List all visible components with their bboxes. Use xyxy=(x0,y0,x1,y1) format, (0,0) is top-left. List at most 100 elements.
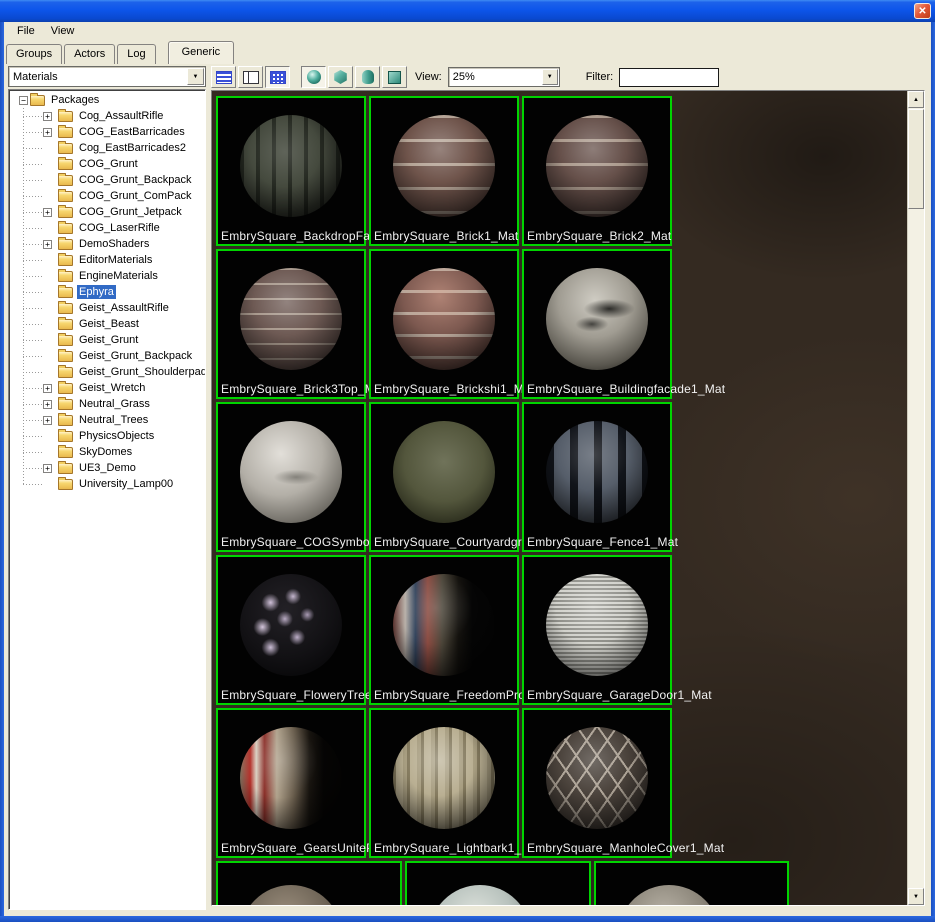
vertical-scrollbar[interactable]: ▲ ▼ xyxy=(907,91,924,905)
thumbnail-viewport[interactable]: EmbrySquare_BackdropFacade1_Mat EmbrySqua… xyxy=(212,91,907,905)
tree-item-Geist_Wretch[interactable]: + Geist_Wretch xyxy=(9,380,205,396)
tree-item-COG_EastBarricades[interactable]: + COG_EastBarricades xyxy=(9,124,205,140)
tree-item-Packages[interactable]: − Packages xyxy=(9,92,205,108)
tree-item-Geist_Grunt_Backpack[interactable]: Geist_Grunt_Backpack xyxy=(9,348,205,364)
folder-icon xyxy=(58,268,73,282)
tree-item-label: Cog_EastBarricades2 xyxy=(79,142,187,154)
grid-view-button[interactable] xyxy=(265,66,290,88)
tree-item-PhysicsObjects[interactable]: PhysicsObjects xyxy=(9,428,205,444)
tree-item-Geist_Beast[interactable]: Geist_Beast xyxy=(9,316,205,332)
thumbnail-row xyxy=(216,861,907,905)
tree-item-EngineMaterials[interactable]: EngineMaterials xyxy=(9,268,205,284)
expand-toggle[interactable]: − xyxy=(19,95,28,105)
scroll-down-arrow-icon[interactable]: ▼ xyxy=(908,888,924,905)
split-view-button[interactable] xyxy=(238,66,263,88)
material-sphere-thumbnail xyxy=(240,268,342,370)
material-tile-EmbrySquare_Brick3Top_Mat[interactable]: EmbrySquare_Brick3Top_Mat xyxy=(216,249,385,399)
cylinder-primitive-button[interactable] xyxy=(355,66,380,88)
material-tile-EmbrySquare_FloweryTree1_Mat[interactable]: EmbrySquare_FloweryTree1_Mat xyxy=(216,555,406,705)
tree-item-DemoShaders[interactable]: + DemoShaders xyxy=(9,236,205,252)
expand-toggle[interactable]: + xyxy=(43,207,52,217)
close-button[interactable]: ✕ xyxy=(914,3,931,19)
tree-item-COG_LaserRifle[interactable]: COG_LaserRifle xyxy=(9,220,205,236)
tree-item-Geist_Grunt_Shoulderpad[interactable]: Geist_Grunt_Shoulderpad xyxy=(9,364,205,380)
window-border-left xyxy=(0,22,4,922)
tree-item-label: Neutral_Trees xyxy=(79,414,149,426)
thumbnail-row: EmbrySquare_GearsUniteProp_Mat EmbrySquar… xyxy=(216,708,907,858)
tree-item-COG_Grunt_Backpack[interactable]: COG_Grunt_Backpack xyxy=(9,172,205,188)
tab-actors[interactable]: Actors xyxy=(64,44,116,64)
resource-type-combobox[interactable]: Materials ▼ xyxy=(8,66,206,87)
menu-item-view[interactable]: View xyxy=(44,23,82,39)
material-tile-EmbrySquare_COGSymbolStatue_Mat[interactable]: EmbrySquare_COGSymbolStatue_Mat xyxy=(216,402,436,552)
list-view-button[interactable] xyxy=(211,66,236,88)
expand-toggle[interactable]: + xyxy=(43,415,52,425)
title-bar[interactable]: ✕ xyxy=(0,0,935,22)
menu-item-file[interactable]: File xyxy=(10,23,42,39)
scrollbar-track[interactable] xyxy=(908,210,924,888)
thumbnail-browser: EmbrySquare_BackdropFacade1_Mat EmbrySqua… xyxy=(211,90,925,906)
tree-connector xyxy=(23,412,43,428)
folder-icon xyxy=(58,220,73,234)
filter-input[interactable] xyxy=(619,67,720,87)
tree-item-UE3_Demo[interactable]: + UE3_Demo xyxy=(9,460,205,476)
tab-groups[interactable]: Groups xyxy=(6,44,63,64)
material-sphere-thumbnail xyxy=(546,115,648,217)
scrollbar-thumb[interactable] xyxy=(908,109,924,209)
tree-item-Geist_Grunt[interactable]: Geist_Grunt xyxy=(9,332,205,348)
material-tile-EmbrySquare_ManholeCover1_Mat[interactable]: EmbrySquare_ManholeCover1_Mat xyxy=(522,708,724,858)
expand-toggle[interactable]: + xyxy=(43,111,52,121)
material-tile[interactable] xyxy=(594,861,789,905)
tree-item-label: COG_Grunt_Jetpack xyxy=(79,206,182,218)
grid-view-icon xyxy=(269,70,286,84)
material-tile-EmbrySquare_GearsUniteProp_Mat[interactable]: EmbrySquare_GearsUniteProp_Mat xyxy=(216,708,420,858)
material-tile-EmbrySquare_Lightbark1_Mat[interactable]: EmbrySquare_Lightbark1_Mat xyxy=(369,708,542,858)
material-tile-EmbrySquare_Courtyardgrass1_Mat[interactable]: EmbrySquare_Courtyardgrass1_Mat xyxy=(369,402,575,552)
tree-item-University_Lamp00[interactable]: University_Lamp00 xyxy=(9,476,205,492)
expand-toggle[interactable]: + xyxy=(43,127,52,137)
list-view-icon xyxy=(215,70,232,84)
material-tile[interactable] xyxy=(405,861,591,905)
tree-item-Cog_EastBarricades2[interactable]: Cog_EastBarricades2 xyxy=(9,140,205,156)
tree-item-label: Geist_Grunt_Shoulderpad xyxy=(79,366,206,378)
material-tile-EmbrySquare_GarageDoor1_Mat[interactable]: EmbrySquare_GarageDoor1_Mat xyxy=(522,555,712,705)
tree-item-Neutral_Grass[interactable]: + Neutral_Grass xyxy=(9,396,205,412)
folder-icon xyxy=(58,396,73,410)
expand-toggle[interactable]: + xyxy=(43,399,52,409)
material-tile-EmbrySquare_Buildingfacade1_Mat[interactable]: EmbrySquare_Buildingfacade1_Mat xyxy=(522,249,725,399)
scroll-up-arrow-icon[interactable]: ▲ xyxy=(908,91,924,108)
tree-connector xyxy=(23,204,43,220)
tab-generic[interactable]: Generic xyxy=(167,41,235,64)
tab-log[interactable]: Log xyxy=(117,44,156,64)
tree-item-Geist_AssaultRifle[interactable]: Geist_AssaultRifle xyxy=(9,300,205,316)
tree-item-COG_Grunt_ComPack[interactable]: COG_Grunt_ComPack xyxy=(9,188,205,204)
tree-item-SkyDomes[interactable]: SkyDomes xyxy=(9,444,205,460)
folder-icon xyxy=(58,332,73,346)
material-tile[interactable] xyxy=(216,861,402,905)
chevron-down-icon[interactable]: ▼ xyxy=(541,69,558,85)
tree-item-COG_Grunt[interactable]: COG_Grunt xyxy=(9,156,205,172)
tree-item-EditorMaterials[interactable]: EditorMaterials xyxy=(9,252,205,268)
cube-primitive-button[interactable] xyxy=(328,66,353,88)
expand-toggle[interactable]: + xyxy=(43,463,52,473)
material-tile-EmbrySquare_Brickshi1_Mat[interactable]: EmbrySquare_Brickshi1_Mat xyxy=(369,249,534,399)
browser-toolbar: View: 25% ▼ Filter: xyxy=(211,64,927,90)
material-tile-EmbrySquare_BackdropFacade1_Mat[interactable]: EmbrySquare_BackdropFacade1_Mat xyxy=(216,96,431,246)
menu-bar: File View xyxy=(4,22,931,40)
package-tree-panel[interactable]: − Packages + Cog_AssaultRifle + COG_EastBarri… xyxy=(8,89,206,910)
material-tile-EmbrySquare_FreedomProp_Mat[interactable]: EmbrySquare_FreedomProp_Mat xyxy=(369,555,559,705)
chevron-down-icon[interactable]: ▼ xyxy=(187,68,204,85)
material-tile-EmbrySquare_Brick1_Mat[interactable]: EmbrySquare_Brick1_Mat xyxy=(369,96,519,246)
material-tile-EmbrySquare_Brick2_Mat[interactable]: EmbrySquare_Brick2_Mat xyxy=(522,96,672,246)
plane-primitive-button[interactable] xyxy=(382,66,407,88)
tree-item-Ephyra[interactable]: Ephyra xyxy=(9,284,205,300)
sphere-primitive-button[interactable] xyxy=(301,66,326,88)
expand-toggle[interactable]: + xyxy=(43,239,52,249)
zoom-level-combobox[interactable]: 25% ▼ xyxy=(447,67,560,87)
folder-icon xyxy=(58,188,73,202)
tree-item-Neutral_Trees[interactable]: + Neutral_Trees xyxy=(9,412,205,428)
tree-item-Cog_AssaultRifle[interactable]: + Cog_AssaultRifle xyxy=(9,108,205,124)
expand-toggle[interactable]: + xyxy=(43,383,52,393)
material-tile-EmbrySquare_Fence1_Mat[interactable]: EmbrySquare_Fence1_Mat xyxy=(522,402,678,552)
tree-item-COG_Grunt_Jetpack[interactable]: + COG_Grunt_Jetpack xyxy=(9,204,205,220)
